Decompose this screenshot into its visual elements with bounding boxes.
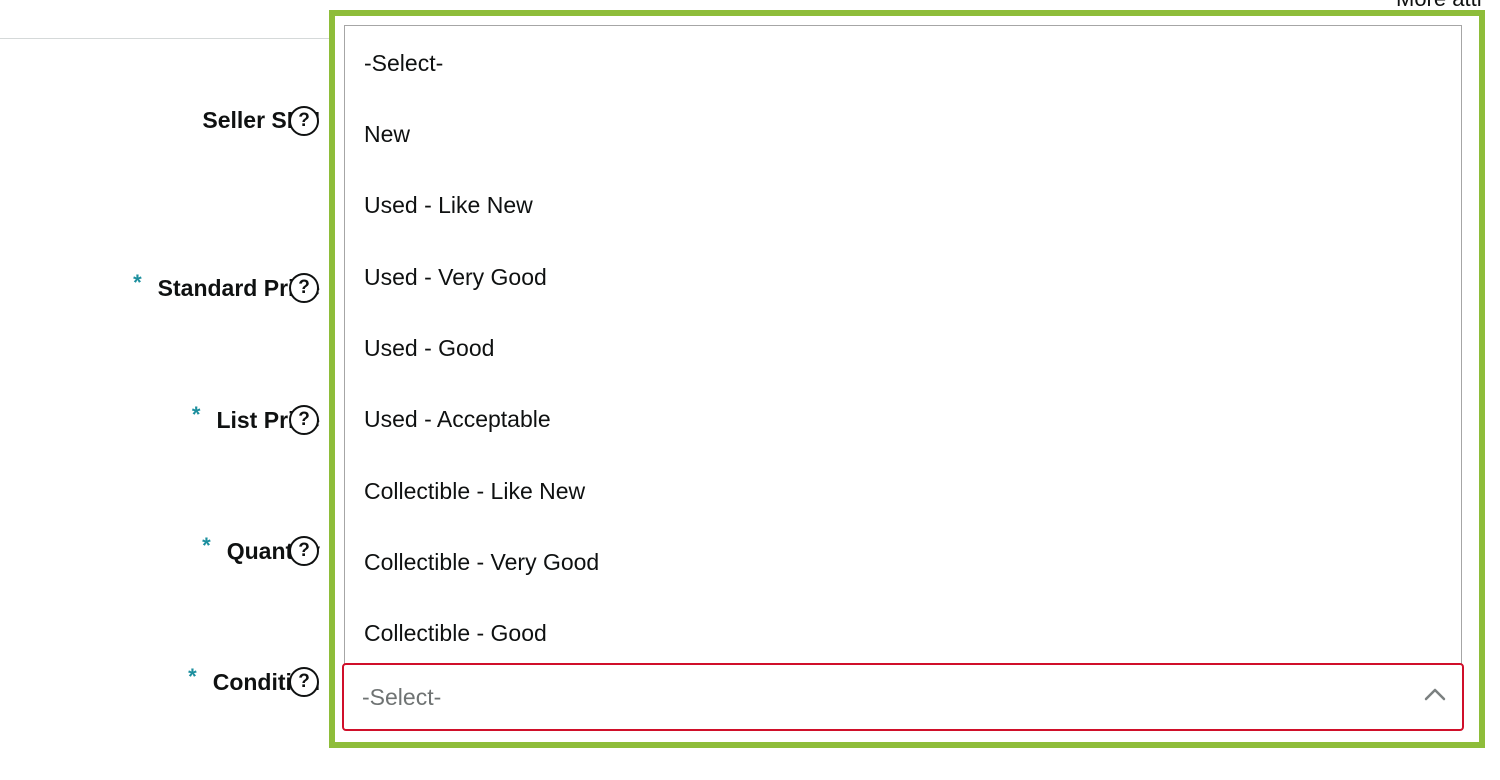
help-glyph: ?	[298, 277, 310, 298]
condition-option[interactable]: Collectible - Very Good	[364, 542, 599, 582]
condition-select[interactable]: -Select-	[342, 663, 1464, 731]
condition-option[interactable]: Used - Acceptable	[364, 399, 551, 439]
condition-option[interactable]: Used - Good	[364, 328, 494, 368]
chevron-up-icon[interactable]	[1424, 687, 1446, 701]
required-marker: *	[188, 664, 197, 689]
condition-option[interactable]: Collectible - Like New	[364, 471, 585, 511]
required-marker: *	[133, 270, 142, 295]
header-divider	[0, 38, 330, 39]
condition-option[interactable]: -Select-	[364, 43, 443, 83]
condition-options-list: -Select- New Used - Like New Used - Very…	[344, 25, 1462, 665]
condition-option[interactable]: Collectible - Good	[364, 613, 547, 653]
question-circle-icon[interactable]: ?	[289, 405, 319, 435]
question-circle-icon[interactable]: ?	[289, 273, 319, 303]
question-circle-icon[interactable]: ?	[289, 667, 319, 697]
help-glyph: ?	[298, 409, 310, 430]
required-marker: *	[202, 533, 211, 558]
condition-option[interactable]: Used - Very Good	[364, 257, 547, 297]
help-glyph: ?	[298, 110, 310, 131]
condition-option[interactable]: Used - Like New	[364, 185, 533, 225]
help-glyph: ?	[298, 540, 310, 561]
help-glyph: ?	[298, 671, 310, 692]
question-circle-icon[interactable]: ?	[289, 536, 319, 566]
condition-option[interactable]: New	[364, 114, 410, 154]
condition-select-value: -Select-	[362, 684, 442, 710]
required-marker: *	[191, 402, 201, 427]
question-circle-icon[interactable]: ?	[289, 106, 319, 136]
